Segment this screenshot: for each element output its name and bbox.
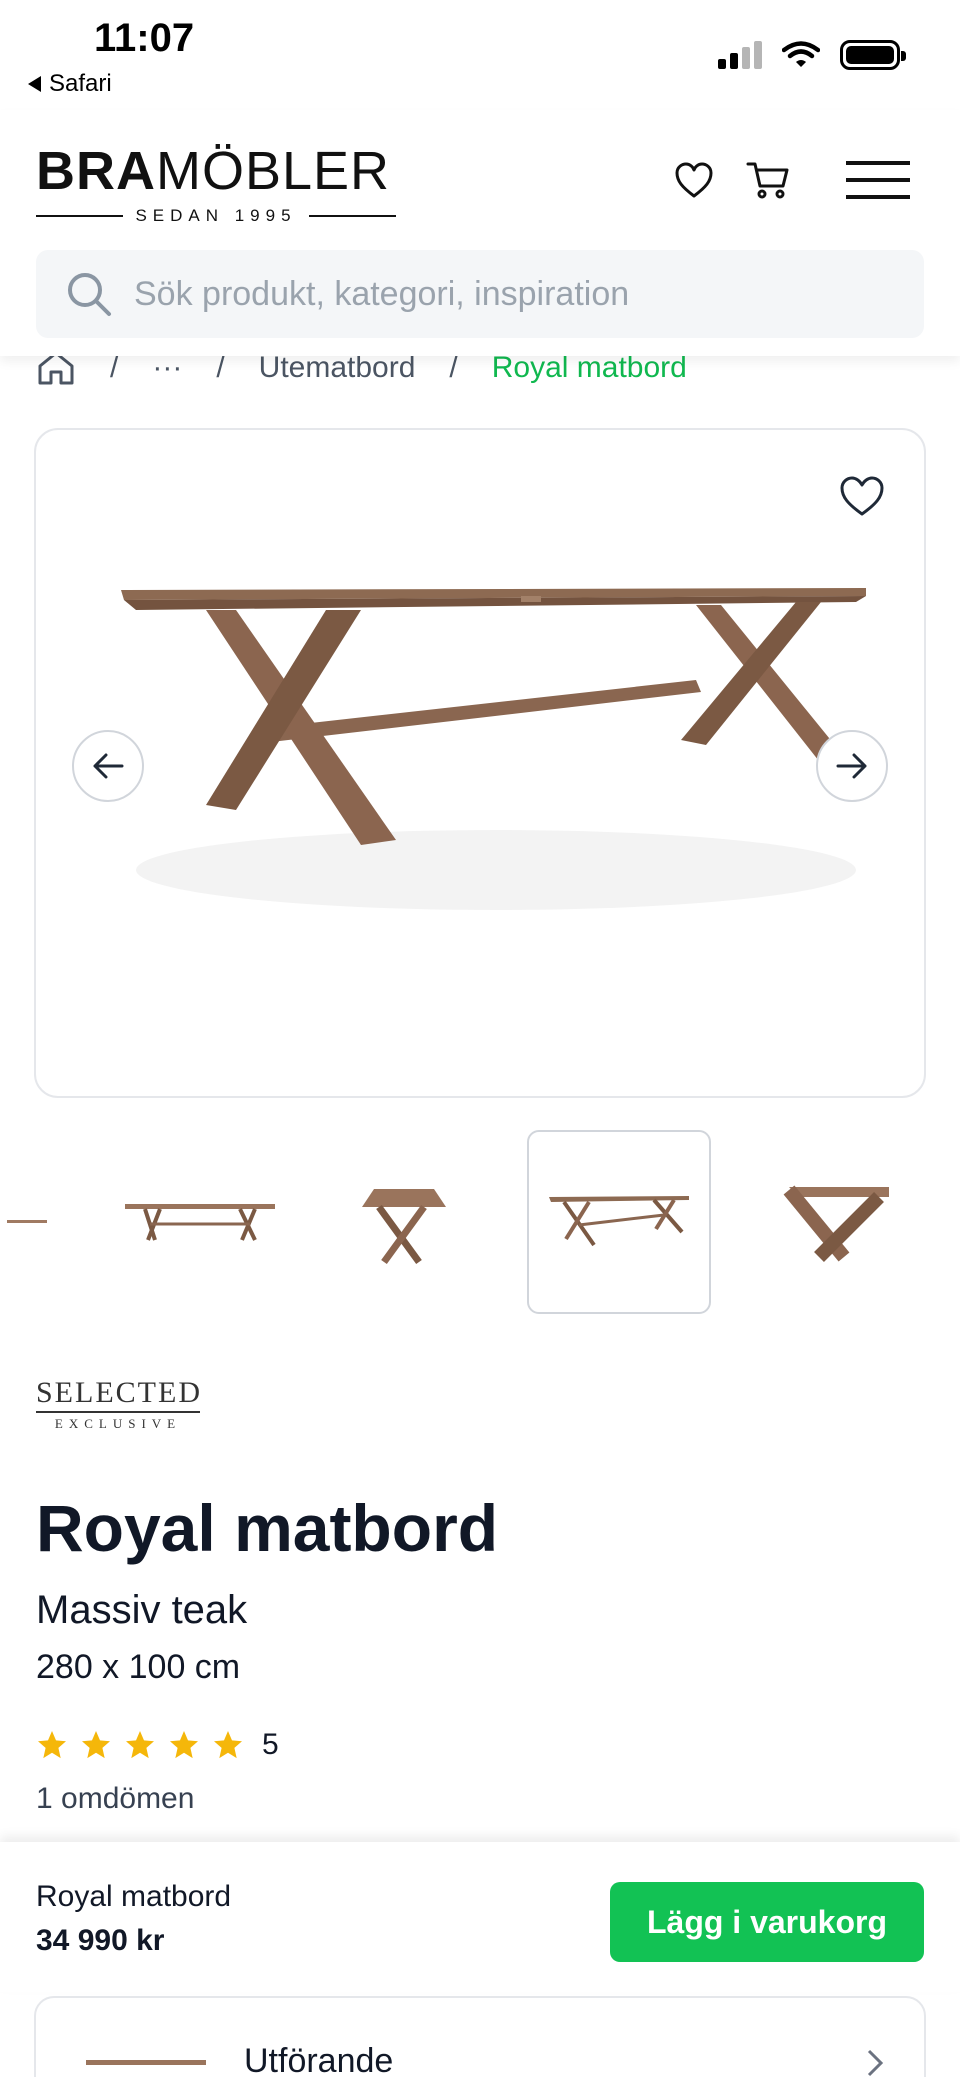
- status-bar: 11:07 Safari: [0, 0, 960, 110]
- variant-thumbnail: [86, 2060, 206, 2065]
- variant-label: Utförande: [244, 2042, 394, 2077]
- brand-logo-line1: SELECTED: [36, 1376, 202, 1409]
- search-icon: [68, 273, 111, 316]
- star-rating: [36, 1729, 244, 1761]
- star-icon: [126, 1731, 154, 1759]
- breadcrumb-current: Royal matbord: [491, 351, 687, 384]
- star-icon: [170, 1731, 198, 1759]
- brand-logo[interactable]: SELECTED EXCLUSIVE: [36, 1378, 200, 1432]
- thumbnail[interactable]: [0, 1130, 64, 1314]
- thumbnail[interactable]: [312, 1130, 496, 1314]
- logo-bold-text: BRA: [36, 141, 156, 201]
- search-bar[interactable]: [36, 250, 924, 338]
- product-gallery: [34, 428, 926, 1098]
- thumbnail[interactable]: [108, 1130, 292, 1314]
- gallery-next-button[interactable]: [816, 730, 888, 802]
- search-input[interactable]: [134, 274, 894, 314]
- brand-logo-line2: EXCLUSIVE: [54, 1416, 182, 1431]
- sticky-product-name: Royal matbord: [36, 1880, 232, 1913]
- thumbnail-active[interactable]: [527, 1130, 711, 1314]
- sticky-product-price: 34 990 kr: [36, 1924, 165, 1957]
- product-title: Royal matbord: [36, 1491, 499, 1565]
- breadcrumb-more[interactable]: ···: [152, 351, 182, 385]
- site-header: BRAMÖBLER SEDAN 1995: [0, 110, 960, 356]
- breadcrumb-separator: /: [216, 351, 225, 384]
- arrow-left-icon: [93, 753, 124, 779]
- gallery-previous-button[interactable]: [72, 730, 144, 802]
- wishlist-button[interactable]: [668, 154, 720, 206]
- product-rating[interactable]: 5: [36, 1728, 279, 1762]
- site-logo[interactable]: BRAMÖBLER SEDAN 1995: [36, 144, 396, 226]
- status-icons: [718, 40, 906, 70]
- breadcrumb-separator: /: [449, 351, 458, 384]
- menu-button[interactable]: [844, 154, 912, 206]
- rating-score: 5: [262, 1728, 279, 1761]
- arrow-right-icon: [836, 753, 867, 779]
- add-to-cart-button[interactable]: Lägg i varukorg: [610, 1882, 924, 1962]
- gallery-wishlist-button[interactable]: [834, 468, 890, 524]
- menu-icon: [846, 161, 910, 199]
- thumbnail[interactable]: [742, 1130, 926, 1314]
- battery-icon: [840, 40, 906, 70]
- heart-icon: [840, 476, 884, 516]
- chevron-right-icon: [867, 2049, 884, 2077]
- logo-regular-text: MÖBLER: [156, 141, 391, 201]
- breadcrumb-separator: /: [110, 351, 119, 384]
- thumbnail-strip: [0, 1130, 960, 1314]
- back-arrow-icon: [28, 76, 41, 92]
- logo-tagline: SEDAN 1995: [135, 206, 297, 225]
- heart-icon: [675, 162, 713, 198]
- back-app-label: Safari: [49, 70, 112, 97]
- status-time: 11:07: [94, 16, 195, 60]
- star-icon: [214, 1731, 242, 1759]
- product-material: Massiv teak: [36, 1588, 248, 1632]
- review-count-link[interactable]: 1 omdömen: [36, 1782, 194, 1816]
- cart-icon: [746, 162, 789, 199]
- star-icon: [82, 1731, 110, 1759]
- star-icon: [38, 1731, 66, 1759]
- cellular-signal-icon: [718, 41, 762, 69]
- back-to-safari[interactable]: Safari: [28, 70, 112, 98]
- wifi-icon: [782, 41, 820, 67]
- product-size: 280 x 100 cm: [36, 1648, 241, 1686]
- sticky-cart-bar: Royal matbord 34 990 kr Lägg i varukorg: [0, 1842, 960, 1992]
- breadcrumb-category[interactable]: Utematbord: [259, 351, 416, 385]
- variant-selector[interactable]: Utförande: [34, 1996, 926, 2077]
- cart-button[interactable]: [742, 154, 794, 206]
- product-main-image[interactable]: [96, 540, 896, 960]
